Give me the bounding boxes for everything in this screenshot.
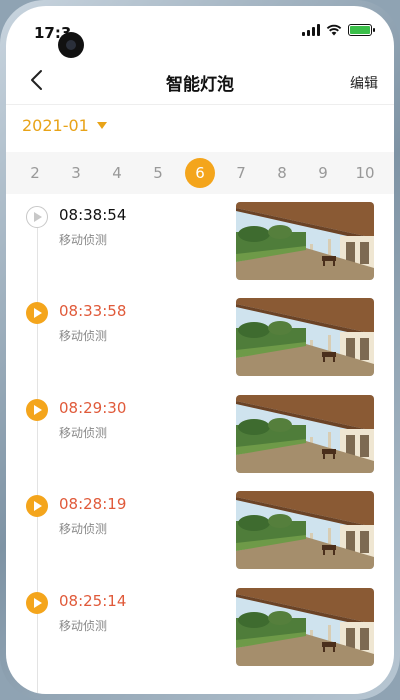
day-item[interactable]: 7: [226, 158, 256, 188]
event-time: 08:33:58: [59, 302, 127, 320]
event-item[interactable]: 08:29:30 移动侦测: [6, 395, 394, 477]
front-camera: [58, 32, 84, 58]
event-item[interactable]: 08:25:14 移动侦测: [6, 588, 394, 670]
battery-icon: [348, 24, 375, 36]
play-icon[interactable]: [26, 592, 48, 614]
play-icon[interactable]: [26, 495, 48, 517]
caret-down-icon: [96, 122, 107, 129]
page-title: 智能灯泡: [166, 75, 234, 95]
edit-button[interactable]: 编辑: [350, 73, 378, 93]
day-strip: 2 3 4 5 6 7 8 9 10: [6, 152, 394, 194]
play-icon[interactable]: [26, 302, 48, 324]
day-item[interactable]: 10: [350, 158, 380, 188]
event-thumbnail[interactable]: [236, 202, 374, 280]
signal-icon: [302, 24, 320, 36]
divider: [6, 104, 394, 105]
day-item[interactable]: 8: [267, 158, 297, 188]
day-item[interactable]: 3: [61, 158, 91, 188]
day-item-selected[interactable]: 6: [185, 158, 215, 188]
month-label: 2021-01: [22, 116, 89, 135]
event-label: 移动侦测: [59, 522, 108, 536]
event-label: 移动侦测: [59, 619, 108, 633]
event-time: 08:25:14: [59, 592, 127, 610]
wifi-icon: [326, 24, 342, 36]
event-time: 08:29:30: [59, 399, 127, 417]
phone-frame: 17:3 智能灯泡 编辑 2021-01 2 3 4 5 6 7 8 9 10 …: [0, 0, 400, 700]
status-icons: [302, 24, 375, 36]
event-thumbnail[interactable]: [236, 395, 374, 473]
event-item[interactable]: 08:38:54 移动侦测: [6, 202, 394, 284]
event-label: 移动侦测: [59, 329, 108, 343]
screen: 17:3 智能灯泡 编辑 2021-01 2 3 4 5 6 7 8 9 10 …: [6, 6, 394, 694]
event-thumbnail[interactable]: [236, 588, 374, 666]
month-selector[interactable]: 2021-01: [22, 116, 107, 135]
event-label: 移动侦测: [59, 426, 108, 440]
status-bar: 17:3: [6, 6, 394, 58]
play-icon[interactable]: [26, 399, 48, 421]
play-icon[interactable]: [26, 206, 48, 228]
event-time: 08:28:19: [59, 495, 127, 513]
event-thumbnail[interactable]: [236, 491, 374, 569]
nav-bar: 智能灯泡 编辑: [6, 58, 394, 104]
day-item[interactable]: 5: [143, 158, 173, 188]
event-item[interactable]: 08:33:58 移动侦测: [6, 298, 394, 380]
event-thumbnail[interactable]: [236, 298, 374, 376]
event-item[interactable]: 08:28:19 移动侦测: [6, 491, 394, 573]
day-item[interactable]: 9: [308, 158, 338, 188]
day-item[interactable]: 2: [20, 158, 50, 188]
day-item[interactable]: 4: [102, 158, 132, 188]
event-label: 移动侦测: [59, 233, 108, 247]
event-time: 08:38:54: [59, 206, 127, 224]
